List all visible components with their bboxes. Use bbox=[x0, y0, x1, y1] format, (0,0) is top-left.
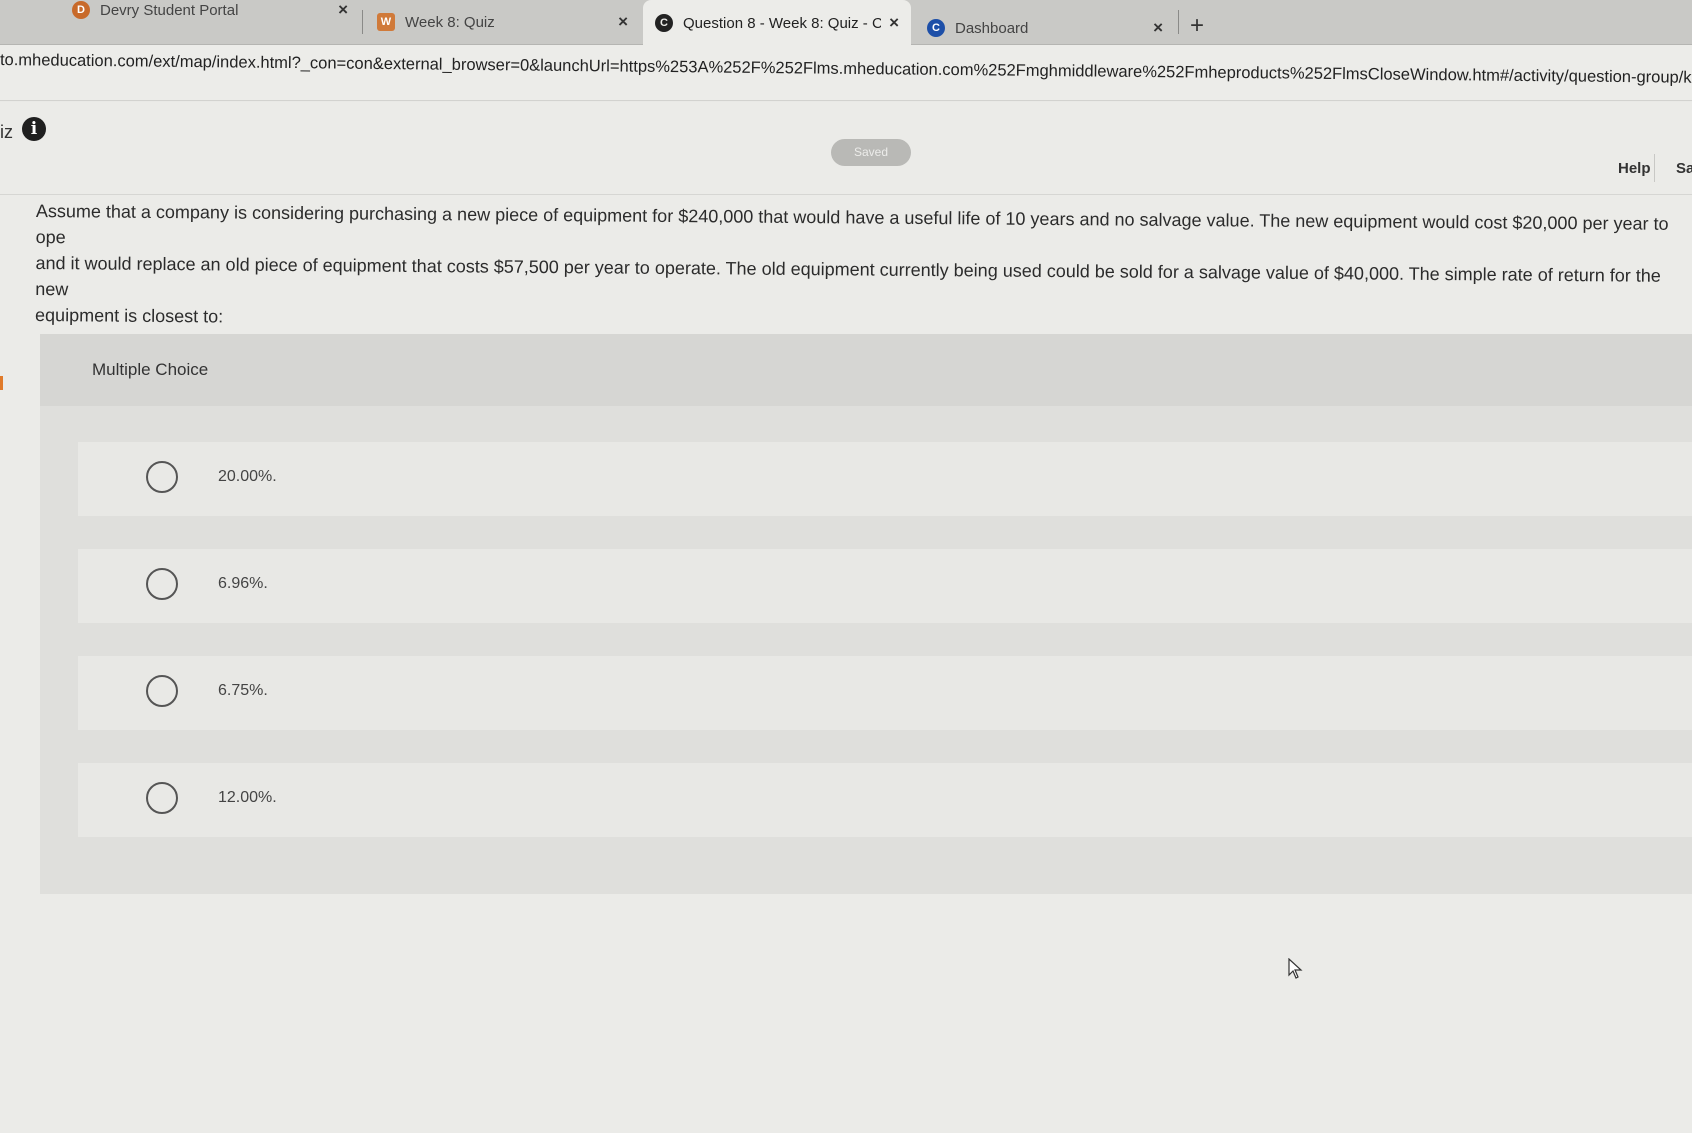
tab-devry-student-portal[interactable]: D Devry Student Portal × bbox=[60, 0, 360, 32]
quiz-title: iz bbox=[0, 122, 13, 142]
tab-week8-quiz[interactable]: W Week 8: Quiz × bbox=[365, 0, 640, 44]
radio-button[interactable] bbox=[146, 568, 178, 600]
answer-option-1[interactable]: 20.00%. bbox=[78, 442, 1692, 516]
dashboard-icon: C bbox=[927, 19, 945, 37]
new-tab-button[interactable]: + bbox=[1190, 14, 1204, 38]
multiple-choice-title: Multiple Choice bbox=[92, 360, 209, 379]
radio-button[interactable] bbox=[146, 461, 178, 493]
close-icon[interactable]: × bbox=[889, 13, 899, 33]
radio-button[interactable] bbox=[146, 675, 178, 707]
tab-question-8[interactable]: C Question 8 - Week 8: Quiz - Conr × bbox=[643, 0, 911, 46]
tab-separator bbox=[1178, 10, 1179, 34]
connect-icon: C bbox=[655, 14, 673, 32]
multiple-choice-header: Multiple Choice bbox=[40, 334, 1692, 406]
close-icon[interactable]: × bbox=[618, 12, 628, 32]
address-bar[interactable]: to.mheducation.com/ext/map/index.html?_c… bbox=[0, 45, 1692, 101]
tab-label: Week 8: Quiz bbox=[405, 13, 495, 31]
course-icon: W bbox=[377, 13, 395, 31]
quiz-page: iz i Saved Help Sa Assume that a company… bbox=[0, 102, 1692, 1133]
tab-label: Dashboard bbox=[955, 19, 1029, 37]
answer-option-3[interactable]: 6.75%. bbox=[78, 656, 1692, 730]
devry-icon: D bbox=[72, 1, 90, 19]
progress-marker bbox=[0, 376, 3, 390]
answer-label: 6.96%. bbox=[218, 575, 268, 592]
answer-label: 20.00%. bbox=[218, 468, 277, 485]
answer-label: 6.75%. bbox=[218, 682, 268, 699]
tab-label: Question 8 - Week 8: Quiz - Conr bbox=[683, 14, 882, 32]
info-icon[interactable]: i bbox=[22, 117, 46, 141]
saved-status-badge: Saved bbox=[831, 139, 911, 166]
multiple-choice-panel: Multiple Choice 20.00%. 6.96%. 6.75%. 12… bbox=[40, 334, 1692, 894]
browser-tab-strip: D Devry Student Portal × W Week 8: Quiz … bbox=[0, 0, 1692, 46]
address-url: to.mheducation.com/ext/map/index.html?_c… bbox=[0, 51, 1692, 88]
help-button[interactable]: Help bbox=[1618, 160, 1651, 177]
answer-label: 12.00%. bbox=[218, 789, 277, 806]
close-icon[interactable]: × bbox=[338, 0, 348, 20]
tab-dashboard[interactable]: C Dashboard × bbox=[915, 6, 1175, 50]
save-exit-button[interactable]: Sa bbox=[1676, 160, 1692, 177]
answer-option-4[interactable]: 12.00%. bbox=[78, 763, 1692, 837]
tab-separator bbox=[362, 10, 363, 34]
quiz-header: iz i Saved Help Sa bbox=[0, 102, 1692, 195]
radio-button[interactable] bbox=[146, 782, 178, 814]
header-divider bbox=[1654, 154, 1655, 182]
tab-label: Devry Student Portal bbox=[100, 1, 239, 19]
question-prompt: Assume that a company is considering pur… bbox=[35, 200, 1669, 327]
close-icon[interactable]: × bbox=[1153, 18, 1163, 38]
mouse-cursor-icon bbox=[1288, 958, 1303, 979]
answer-option-2[interactable]: 6.96%. bbox=[78, 549, 1692, 623]
